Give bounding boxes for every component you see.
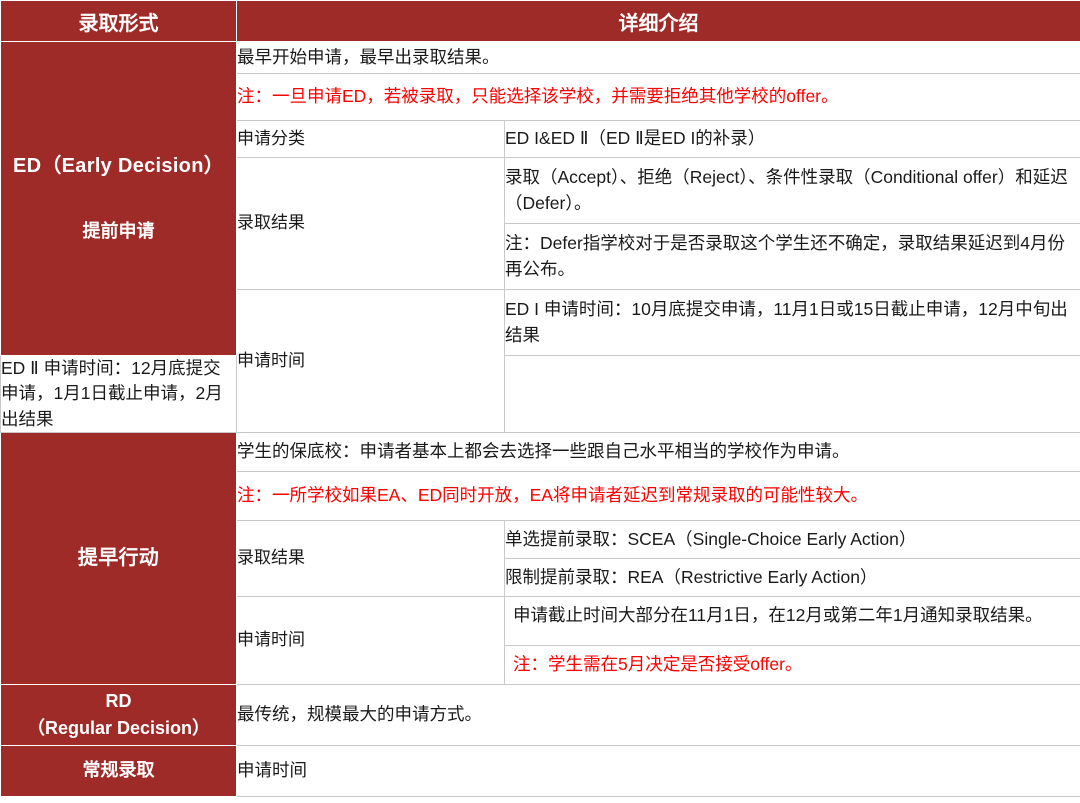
ea-time-cell: 申请截止时间大部分在11月1日，在12月或第二年1月通知录取结果。 注：学生需在… [504, 596, 1080, 685]
ea-label-result: 录取结果 [236, 520, 505, 598]
admissions-table: 录取形式 详细介绍 ED（Early Decision） 提前申请 最早开始申请… [0, 0, 1080, 797]
ed-title-en: ED（Early Decision） [12, 155, 225, 178]
rd-label-time: 申请时间 [236, 744, 1080, 797]
ed-label-category: 申请分类 [236, 120, 505, 158]
ea-result-rea: 限制提前录取：REA（Restrictive Early Action） [504, 558, 1080, 598]
category-cell-ea: 提早行动 [0, 432, 237, 685]
category-cell-rd-zh: 常规录取 [0, 744, 237, 797]
ed-value-category: ED I&ED Ⅱ（ED Ⅱ是ED I的补录） [504, 120, 1080, 158]
ea-intro-note: 注：一所学校如果EA、ED同时开放，EA将申请者延迟到常规录取的可能性较大。 [236, 471, 1080, 522]
ed-intro-note: 注：一旦申请ED，若被录取，只能选择该学校，并需要拒绝其他学校的offer。 [236, 73, 1080, 121]
rd-intro-text: 最传统，规模最大的申请方式。 [236, 683, 1080, 746]
ed-result-note: 注：Defer指学校对于是否录取这个学生还不确定，录取结果延迟到4月份再公布。 [504, 223, 1080, 290]
rd-title-zh: 常规录取 [82, 759, 155, 780]
ea-intro-row: 提早行动 学生的保底校：申请者基本上都会去选择一些跟自己水平相当的学校作为申请。 [0, 432, 1080, 685]
table-header-row: 录取形式 详细介绍 [0, 0, 1080, 42]
ed-title-zh: 提前申请 [82, 221, 155, 242]
ea-result-scea: 单选提前录取：SCEA（Single-Choice Early Action） [504, 520, 1080, 560]
ea-time-note: 注：学生需在5月决定是否接受offer。 [513, 654, 803, 675]
ea-intro-text: 学生的保底校：申请者基本上都会去选择一些跟自己水平相当的学校作为申请。 [236, 432, 1080, 473]
header-admission-type: 录取形式 [0, 0, 237, 42]
ed-time-ed2: ED Ⅱ 申请时间：12月底提交申请，1月1日截止申请，2月出结果 [0, 354, 237, 434]
ed-label-time: 申请时间 [236, 288, 505, 434]
rd-title-en-line2: （Regular Decision） [26, 717, 211, 738]
category-cell-ed: ED（Early Decision） 提前申请 [0, 41, 237, 356]
rd-intro-row: RD （Regular Decision） 最传统，规模最大的申请方式。 [0, 683, 1080, 746]
ed-time-row-2: ED Ⅱ 申请时间：12月底提交申请，1月1日截止申请，2月出结果 [0, 354, 1080, 434]
ed-intro-row: ED（Early Decision） 提前申请 最早开始申请，最早出录取结果。 [0, 41, 1080, 356]
rd-time-row: 常规录取 申请时间 [0, 744, 1080, 797]
ed-label-result: 录取结果 [236, 157, 505, 290]
ed-time-ed1: ED I 申请时间：10月底提交申请，11月1日或15日截止申请，12月中旬出结… [504, 289, 1080, 356]
header-detail: 详细介绍 [236, 0, 1080, 42]
ed-result-main: 录取（Accept）、拒绝（Reject）、条件性录取（Conditional … [504, 157, 1080, 224]
category-cell-rd: RD （Regular Decision） [0, 683, 237, 746]
ed-intro-text: 最早开始申请，最早出录取结果。 [236, 41, 1080, 74]
ea-title-zh: 提早行动 [77, 546, 160, 569]
rd-title-en-line1: RD [105, 690, 132, 711]
ea-label-time: 申请时间 [236, 596, 505, 685]
ea-time-main: 申请截止时间大部分在11月1日，在12月或第二年1月通知录取结果。 [505, 597, 1080, 647]
